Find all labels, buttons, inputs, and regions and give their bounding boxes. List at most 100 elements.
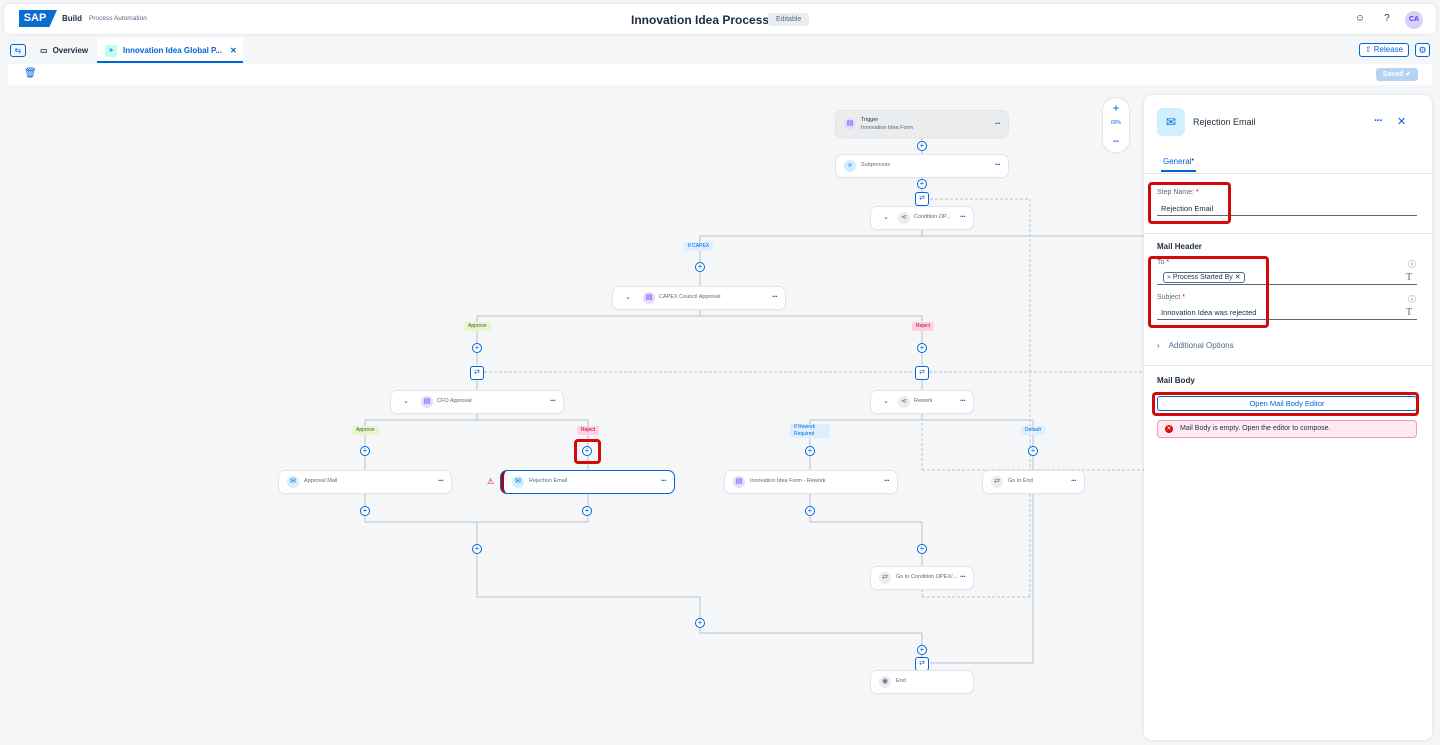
error-message-text: Mail Body is empty. Open the editor to c…	[1180, 425, 1331, 432]
zoom-out-icon[interactable]: −	[1103, 134, 1129, 148]
additional-options-label: Additional Options	[1168, 341, 1234, 350]
trigger-subtitle: Innovation Idea Form	[861, 125, 913, 131]
cfo-approval-node[interactable]: ⌄ ▤ CFO Approval ···	[391, 391, 563, 413]
mail-icon: ✉	[287, 476, 299, 488]
goto-icon: ⇄	[991, 476, 1003, 488]
trigger-node[interactable]: ▤ Trigger Innovation Idea Form ···	[836, 111, 1008, 137]
add-step-icon[interactable]: +	[917, 544, 927, 554]
add-step-icon[interactable]: +	[805, 506, 815, 516]
add-step-icon[interactable]: +	[472, 544, 482, 554]
panel-title: Rejection Email	[1193, 117, 1256, 127]
end-icon: ◉	[879, 676, 891, 688]
more-icon[interactable]: ···	[1071, 476, 1077, 485]
add-step-icon[interactable]: +	[917, 141, 927, 151]
trigger-title: Trigger	[861, 117, 879, 123]
form-icon: ▤	[643, 292, 655, 304]
zoom-control: + 69% −	[1103, 98, 1129, 152]
approval-mail-node[interactable]: ✉ Approval Mail ···	[279, 471, 451, 493]
zoom-in-icon[interactable]: +	[1103, 101, 1129, 115]
chevron-down-icon[interactable]: ⌄	[883, 213, 889, 221]
close-icon[interactable]: ✕	[1397, 115, 1406, 128]
condition-node[interactable]: ⌄ ⋖ Condition OP... ···	[871, 207, 973, 229]
more-icon[interactable]: ···	[995, 160, 1001, 169]
add-step-icon[interactable]: +	[360, 506, 370, 516]
branch-label-reject: Reject	[577, 426, 600, 435]
more-icon[interactable]: ···	[960, 396, 966, 405]
add-step-icon[interactable]: +	[695, 262, 705, 272]
info-icon[interactable]: ⓘ	[1408, 259, 1416, 270]
add-step-icon[interactable]: +	[582, 506, 592, 516]
mail-icon: ✉	[1157, 108, 1185, 136]
condition-label: Condition OP...	[914, 214, 951, 220]
capex-approval-label: CAPEX Council Approval	[659, 294, 721, 300]
more-icon[interactable]: ···	[772, 292, 778, 301]
additional-options-toggle[interactable]: › Additional Options	[1157, 341, 1234, 350]
info-icon[interactable]: ⓘ	[1408, 294, 1416, 305]
chevron-down-icon[interactable]: ⌄	[625, 293, 631, 301]
tab-indicator	[1161, 170, 1196, 172]
merge-gateway-icon[interactable]: ⇄	[915, 657, 929, 671]
more-icon[interactable]: ···	[550, 396, 556, 405]
goto-condition-node[interactable]: ⇄ Go to Condition OPEX/... ···	[871, 567, 973, 589]
merge-gateway-icon[interactable]: ⇄	[915, 192, 929, 206]
branch-label-reject: Reject	[912, 322, 935, 331]
add-step-icon[interactable]: +	[917, 343, 927, 353]
branch-icon: ⋖	[898, 396, 910, 408]
goto-icon: ⇄	[879, 572, 891, 584]
chevron-right-icon: ›	[1157, 341, 1160, 350]
rework-condition-node[interactable]: ⌄ ⋖ Rework ···	[871, 391, 973, 413]
zoom-level[interactable]: 69%	[1103, 120, 1129, 126]
branch-label-approve: Approve	[352, 426, 379, 435]
subprocess-node[interactable]: » Subprocess ···	[836, 155, 1008, 177]
divider	[1144, 173, 1432, 174]
goto-condition-label: Go to Condition OPEX/...	[896, 574, 958, 580]
add-step-icon[interactable]: +	[695, 618, 705, 628]
add-step-icon[interactable]: +	[917, 645, 927, 655]
chevron-down-icon[interactable]: ⌄	[883, 397, 889, 405]
goto-end-node[interactable]: ⇄ Go to End ···	[983, 471, 1084, 493]
end-node[interactable]: ◉ End	[871, 671, 973, 693]
add-step-icon[interactable]: +	[917, 179, 927, 189]
rejection-email-label: Rejection Email	[529, 478, 568, 484]
merge-gateway-icon[interactable]: ⇄	[915, 366, 929, 380]
more-icon[interactable]: ···	[1374, 115, 1383, 127]
text-format-icon[interactable]: T	[1406, 307, 1412, 318]
highlight-step-name	[1148, 182, 1231, 224]
divider	[1144, 365, 1432, 366]
more-icon[interactable]: ···	[960, 212, 966, 221]
add-step-icon[interactable]: +	[1028, 446, 1038, 456]
more-icon[interactable]: ···	[884, 476, 890, 485]
highlight-to-subject	[1148, 256, 1269, 328]
more-icon[interactable]: ···	[995, 119, 1001, 128]
subprocess-label: Subprocess	[861, 162, 891, 168]
more-icon[interactable]: ···	[661, 476, 667, 485]
subprocess-icon: »	[844, 160, 856, 172]
highlight-open-editor	[1152, 392, 1419, 416]
form-icon: ▤	[844, 118, 856, 130]
capex-approval-node[interactable]: ⌄ ▤ CAPEX Council Approval ···	[613, 287, 785, 309]
add-step-icon[interactable]: +	[805, 446, 815, 456]
tab-general[interactable]: General•	[1163, 157, 1194, 166]
branch-label-if-capex: If CAPEX	[684, 242, 714, 251]
add-step-icon[interactable]: +	[360, 446, 370, 456]
idea-rework-node[interactable]: ▤ Innovation Idea Form - Rework ···	[725, 471, 897, 493]
chevron-down-icon[interactable]: ⌄	[403, 397, 409, 405]
add-step-icon[interactable]: +	[472, 343, 482, 353]
branch-label-approve: Approve	[464, 322, 491, 331]
mail-body-heading: Mail Body	[1157, 376, 1195, 385]
text-format-icon[interactable]: T	[1406, 272, 1412, 283]
end-label: End	[896, 678, 906, 684]
mail-icon: ✉	[512, 476, 524, 488]
rejection-email-node[interactable]: ✉ Rejection Email ···	[501, 471, 674, 493]
idea-rework-label: Innovation Idea Form - Rework	[750, 478, 826, 484]
form-icon: ▤	[733, 476, 745, 488]
goto-end-label: Go to End	[1008, 478, 1033, 484]
merge-gateway-icon[interactable]: ⇄	[470, 366, 484, 380]
more-icon[interactable]: ···	[438, 476, 444, 485]
tab-general-label: General	[1163, 157, 1192, 166]
approval-mail-label: Approval Mail	[304, 478, 338, 484]
more-icon[interactable]: ···	[960, 572, 966, 581]
mail-header-heading: Mail Header	[1157, 242, 1202, 251]
highlight-add-step	[574, 439, 601, 464]
app-shell: SAP Build Process Automation Innovation …	[0, 0, 1440, 745]
